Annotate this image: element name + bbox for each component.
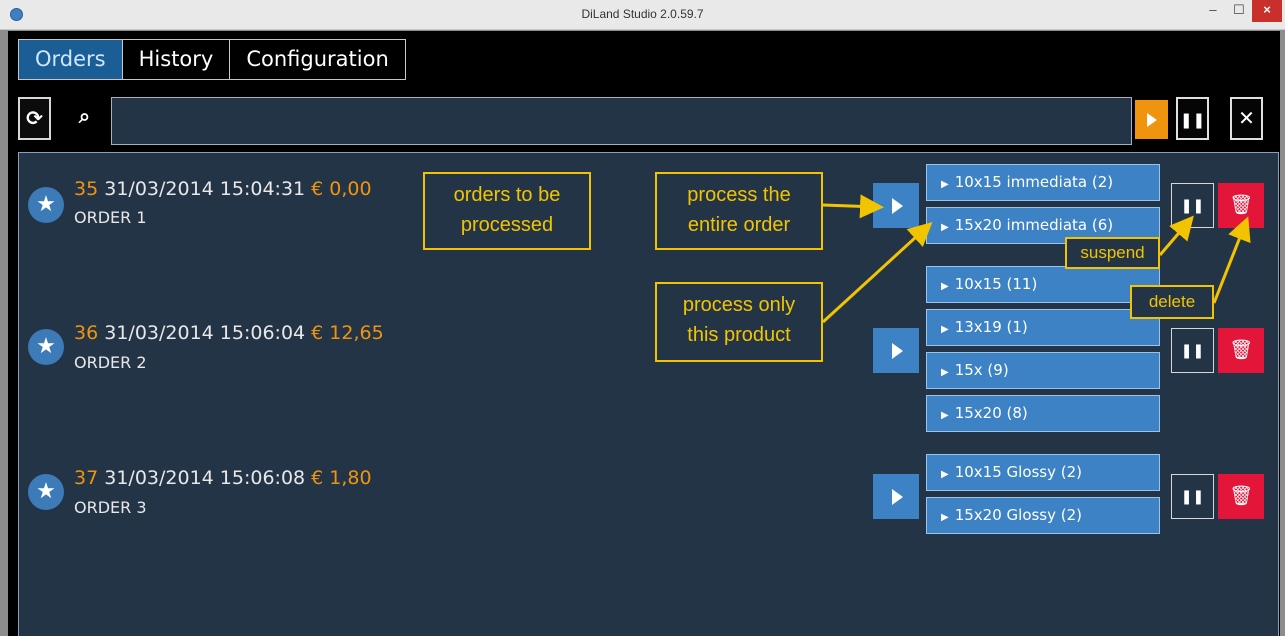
product-item[interactable]: ▶ 15x (9) bbox=[926, 352, 1160, 389]
annotation-orders-to-process: orders to be processed bbox=[423, 172, 591, 250]
suspend-button[interactable]: ❚❚ bbox=[1171, 328, 1214, 373]
arrow-right-icon: ▶ bbox=[941, 410, 949, 421]
arrow-right-icon: ▶ bbox=[941, 367, 949, 378]
pause-icon: ❚❚ bbox=[1180, 343, 1205, 359]
arrow-right-icon: ▶ bbox=[941, 281, 949, 292]
product-item[interactable]: ▶ 10x15 (11) bbox=[926, 266, 1160, 303]
product-label: 15x20 immediata (6) bbox=[954, 216, 1114, 234]
order-header[interactable]: 35 31/03/2014 15:04:31 € 0,00 bbox=[74, 178, 372, 200]
search-input[interactable] bbox=[111, 97, 1132, 145]
pause-icon: ❚❚ bbox=[1180, 489, 1205, 505]
order-number: 36 bbox=[74, 322, 99, 344]
arrow-right-icon: ▶ bbox=[941, 469, 949, 480]
star-icon[interactable]: ★ bbox=[28, 474, 64, 510]
process-all-button[interactable] bbox=[1135, 100, 1168, 139]
maximize-button[interactable]: ☐ bbox=[1226, 0, 1252, 22]
product-item[interactable]: ▶ 10x15 Glossy (2) bbox=[926, 454, 1160, 491]
title-bar: DiLand Studio 2.0.59.7 – ☐ × bbox=[0, 0, 1285, 30]
annotation-line: orders to be bbox=[453, 184, 561, 206]
search-icon: ⌕ bbox=[78, 104, 91, 128]
annotation-process-product: process only this product bbox=[655, 282, 823, 362]
trash-icon: 🗑 bbox=[1228, 339, 1254, 361]
arrow-right-icon: ▶ bbox=[941, 222, 949, 233]
arrow-right-icon: ▶ bbox=[941, 512, 949, 523]
close-window-button[interactable]: × bbox=[1252, 0, 1282, 22]
order-amount: € 12,65 bbox=[311, 322, 384, 344]
main-tabs: Orders History Configuration bbox=[18, 39, 406, 80]
product-label: 13x19 (1) bbox=[954, 318, 1028, 336]
play-icon bbox=[892, 343, 903, 359]
delete-button[interactable]: 🗑 bbox=[1218, 183, 1264, 228]
order-datetime: 31/03/2014 15:04:31 bbox=[104, 178, 306, 200]
order-name: ORDER 1 bbox=[74, 208, 147, 227]
product-item[interactable]: ▶ 15x20 Glossy (2) bbox=[926, 497, 1160, 534]
tab-history[interactable]: History bbox=[121, 39, 231, 80]
product-item[interactable]: ▶ 15x20 (8) bbox=[926, 395, 1160, 432]
order-datetime: 31/03/2014 15:06:04 bbox=[104, 322, 306, 344]
star-icon[interactable]: ★ bbox=[28, 329, 64, 365]
annotation-line: processed bbox=[460, 214, 554, 236]
suspend-button[interactable]: ❚❚ bbox=[1171, 183, 1214, 228]
product-label: 10x15 Glossy (2) bbox=[954, 463, 1083, 481]
annotation-delete: delete bbox=[1130, 285, 1214, 319]
delete-button[interactable]: 🗑 bbox=[1218, 328, 1264, 373]
process-order-button[interactable] bbox=[873, 474, 919, 519]
suspend-button[interactable]: ❚❚ bbox=[1171, 474, 1214, 519]
annotation-suspend: suspend bbox=[1065, 237, 1160, 269]
product-label: 10x15 (11) bbox=[954, 275, 1038, 293]
annotation-line: entire order bbox=[687, 214, 791, 236]
annotation-line: this product bbox=[687, 324, 791, 346]
annotation-line: process the bbox=[687, 184, 791, 206]
order-header[interactable]: 37 31/03/2014 15:06:08 € 1,80 bbox=[74, 467, 372, 489]
pause-icon: ❚❚ bbox=[1179, 111, 1206, 129]
app-window: Orders History Configuration ⟳ ⌕ ❚❚ ✕ ★ … bbox=[8, 31, 1280, 636]
play-icon bbox=[892, 198, 903, 214]
play-icon bbox=[892, 489, 903, 505]
order-amount: € 0,00 bbox=[311, 178, 372, 200]
close-icon: ✕ bbox=[1238, 106, 1255, 130]
refresh-button[interactable]: ⟳ bbox=[18, 97, 51, 140]
refresh-icon: ⟳ bbox=[26, 106, 43, 130]
arrow-right-icon: ▶ bbox=[941, 179, 949, 190]
star-icon[interactable]: ★ bbox=[28, 187, 64, 223]
play-icon bbox=[1147, 113, 1157, 127]
trash-icon: 🗑 bbox=[1228, 485, 1254, 507]
product-item[interactable]: ▶ 10x15 immediata (2) bbox=[926, 164, 1160, 201]
order-datetime: 31/03/2014 15:06:08 bbox=[104, 467, 306, 489]
tab-configuration[interactable]: Configuration bbox=[229, 39, 406, 80]
search-button[interactable]: ⌕ bbox=[68, 97, 101, 140]
annotation-process-entire-order: process the entire order bbox=[655, 172, 823, 250]
tab-orders[interactable]: Orders bbox=[18, 39, 123, 80]
delete-button[interactable]: 🗑 bbox=[1218, 474, 1264, 519]
order-header[interactable]: 36 31/03/2014 15:06:04 € 12,65 bbox=[74, 322, 384, 344]
order-name: ORDER 2 bbox=[74, 353, 147, 372]
order-number: 35 bbox=[74, 178, 99, 200]
order-number: 37 bbox=[74, 467, 99, 489]
pause-icon: ❚❚ bbox=[1180, 198, 1205, 214]
annotation-line: process only bbox=[682, 294, 796, 316]
process-order-button[interactable] bbox=[873, 328, 919, 373]
window-title: DiLand Studio 2.0.59.7 bbox=[581, 7, 704, 21]
close-button[interactable]: ✕ bbox=[1230, 97, 1263, 140]
arrow-right-icon: ▶ bbox=[941, 324, 949, 335]
trash-icon: 🗑 bbox=[1228, 194, 1254, 216]
order-name: ORDER 3 bbox=[74, 498, 147, 517]
process-order-button[interactable] bbox=[873, 183, 919, 228]
product-item[interactable]: ▶ 13x19 (1) bbox=[926, 309, 1160, 346]
product-label: 15x20 Glossy (2) bbox=[954, 506, 1083, 524]
minimize-button[interactable]: – bbox=[1200, 0, 1226, 22]
product-label: 15x (9) bbox=[954, 361, 1009, 379]
order-amount: € 1,80 bbox=[311, 467, 372, 489]
product-label: 15x20 (8) bbox=[954, 404, 1028, 422]
pause-all-button[interactable]: ❚❚ bbox=[1176, 97, 1209, 140]
product-label: 10x15 immediata (2) bbox=[954, 173, 1114, 191]
